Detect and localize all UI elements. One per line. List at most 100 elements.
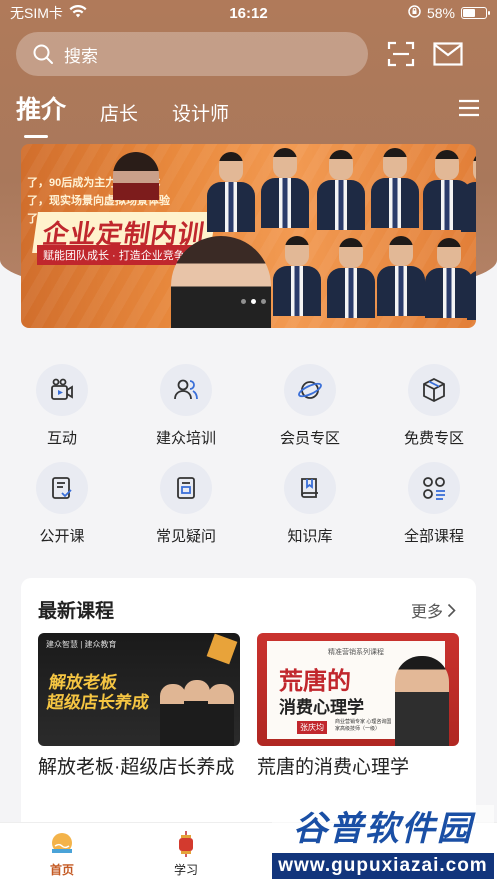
scan-button[interactable] <box>384 37 418 71</box>
search-row: 搜索 <box>16 32 481 76</box>
banner-person-photo <box>425 238 473 318</box>
status-time: 16:12 <box>229 4 268 22</box>
promo-banner[interactable]: 了，90后成为主力消费群体 了，现实场景向虚拟场景体验 了 企业定制内训 赋能团… <box>21 144 476 328</box>
thumb-logo: 建众智慧 | 建众教育 <box>46 640 117 649</box>
course-thumbnail: 建众智慧 | 建众教育 解放老板 超级店长养成 <box>38 633 240 746</box>
shortcut-all-courses[interactable]: 全部课程 <box>384 462 484 546</box>
box-icon <box>423 377 445 403</box>
video-camera-icon <box>51 378 73 400</box>
watermark-url: www.gupuxiazai.com <box>272 853 494 879</box>
shortcut-label: 公开课 <box>39 528 85 545</box>
thumb-speaker <box>184 680 210 746</box>
banner-person-photo <box>467 240 476 320</box>
shortcut-label: 建众培训 <box>155 430 216 447</box>
banner-person-photo <box>261 148 309 228</box>
menu-button[interactable] <box>457 99 481 122</box>
banner-person-photo <box>377 236 425 316</box>
course-card[interactable]: 建众智慧 | 建众教育 解放老板 超级店长养成 解放老板·超级店长养成 <box>38 633 240 780</box>
shortcut-icon-bg <box>36 364 88 416</box>
banner-person-photo <box>371 148 419 228</box>
chevron-right-icon <box>447 603 456 617</box>
scan-icon <box>387 41 415 67</box>
message-button[interactable] <box>431 37 465 71</box>
shortcut-label: 互动 <box>46 430 77 447</box>
checklist-icon <box>52 477 72 499</box>
users-icon <box>174 379 198 400</box>
banner-person-photo <box>461 152 476 232</box>
thumb-lecturer-name: 张庆均 <box>297 721 327 734</box>
thumb-title-line: 超级店长养成 <box>46 693 150 712</box>
shortcut-knowledge[interactable]: 知识库 <box>260 462 360 546</box>
shortcut-label: 免费专区 <box>403 430 464 447</box>
nav-label: 首页 <box>49 863 74 877</box>
shortcut-icon-bg <box>160 462 212 514</box>
course-card[interactable]: 精准营销系列课程 荒唐的 消费心理学 张庆均 商业营销专家 心理咨询国家高级技师… <box>257 633 459 780</box>
banner-person-photo <box>273 236 321 316</box>
nav-study[interactable]: 学习 <box>146 831 226 878</box>
home-icon <box>49 831 75 857</box>
tab-designer[interactable]: 设计师 <box>172 99 229 132</box>
shortcut-icon-bg <box>408 462 460 514</box>
tab-store-manager[interactable]: 店长 <box>100 99 138 132</box>
course-thumbnail: 精准营销系列课程 荒唐的 消费心理学 张庆均 商业营销专家 心理咨询国家高级技师… <box>257 633 459 746</box>
banner-lecturer-photo <box>171 236 271 328</box>
categories-icon <box>423 477 445 500</box>
shortcut-free[interactable]: 免费专区 <box>384 364 484 448</box>
shortcut-faq[interactable]: 常见疑问 <box>136 462 236 546</box>
banner-person-photo <box>207 152 255 232</box>
search-placeholder: 搜索 <box>64 46 98 66</box>
status-bar: 无SIM卡 16:12 58% <box>0 0 497 26</box>
shortcut-icon-bg <box>36 462 88 514</box>
shortcut-label: 常见疑问 <box>155 528 216 545</box>
shortcut-label: 会员专区 <box>279 430 340 447</box>
menu-icon <box>459 99 479 117</box>
watermark-title: 谷普软件园 <box>272 805 494 853</box>
banner-person-photo <box>327 238 375 318</box>
battery-fill <box>463 9 476 17</box>
category-tabs: 推介 店长 设计师 <box>16 90 481 138</box>
lantern-icon <box>173 831 199 857</box>
nav-label: 学习 <box>173 863 198 877</box>
thumb-badge <box>206 633 238 665</box>
more-label: 更多 <box>410 604 443 621</box>
shortcut-icon-bg <box>408 364 460 416</box>
shortcut-training[interactable]: 建众培训 <box>136 364 236 448</box>
search-icon <box>33 44 53 64</box>
course-title: 荒唐的消费心理学 <box>257 757 410 778</box>
shortcut-members[interactable]: 会员专区 <box>260 364 360 448</box>
book-icon <box>301 478 318 498</box>
course-title: 解放老板·超级店长养成 <box>38 757 235 778</box>
section-title: 最新课程 <box>38 601 115 622</box>
thumb-title-sub: 消费心理学 <box>279 698 364 718</box>
shortcut-icon-bg <box>160 364 212 416</box>
pagination-dot[interactable] <box>251 299 256 304</box>
banner-presenter-photo <box>113 152 159 200</box>
nav-home[interactable]: 首页 <box>22 831 102 878</box>
banner-person-photo <box>317 150 365 230</box>
thumb-title-main: 荒唐的 <box>279 666 351 695</box>
thumb-speaker <box>395 656 449 746</box>
banner-pagination <box>241 299 266 304</box>
thumb-lecturer-desc: 商业营销专家 心理咨询国家高级技师（一级） <box>335 719 392 732</box>
shortcut-icon-bg <box>284 364 336 416</box>
latest-courses-section: 最新课程 更多 建众智慧 | 建众教育 解放老板 超级店长养成 解放老板·超级店长… <box>21 578 476 838</box>
shortcut-icon-bg <box>284 462 336 514</box>
pagination-dot[interactable] <box>241 299 246 304</box>
more-link[interactable]: 更多 <box>411 598 456 622</box>
battery-icon <box>461 7 490 19</box>
mail-icon <box>433 42 463 66</box>
planet-icon <box>298 381 322 399</box>
shortcut-open-class[interactable]: 公开课 <box>12 462 112 546</box>
shortcut-label: 全部课程 <box>403 528 464 545</box>
search-input[interactable]: 搜索 <box>16 32 368 76</box>
pagination-dot[interactable] <box>261 299 266 304</box>
shortcut-interaction[interactable]: 互动 <box>12 364 112 448</box>
thumb-title-line: 解放老板 <box>48 673 119 692</box>
thumb-speaker <box>208 684 234 746</box>
thumb-title: 解放老板 超级店长养成 <box>46 673 152 713</box>
thumb-speaker <box>160 684 186 746</box>
shortcut-label: 知识库 <box>287 528 333 545</box>
watermark: 谷普软件园 www.gupuxiazai.com <box>272 805 494 880</box>
tab-recommend[interactable]: 推介 <box>16 90 66 138</box>
document-icon <box>177 477 195 499</box>
